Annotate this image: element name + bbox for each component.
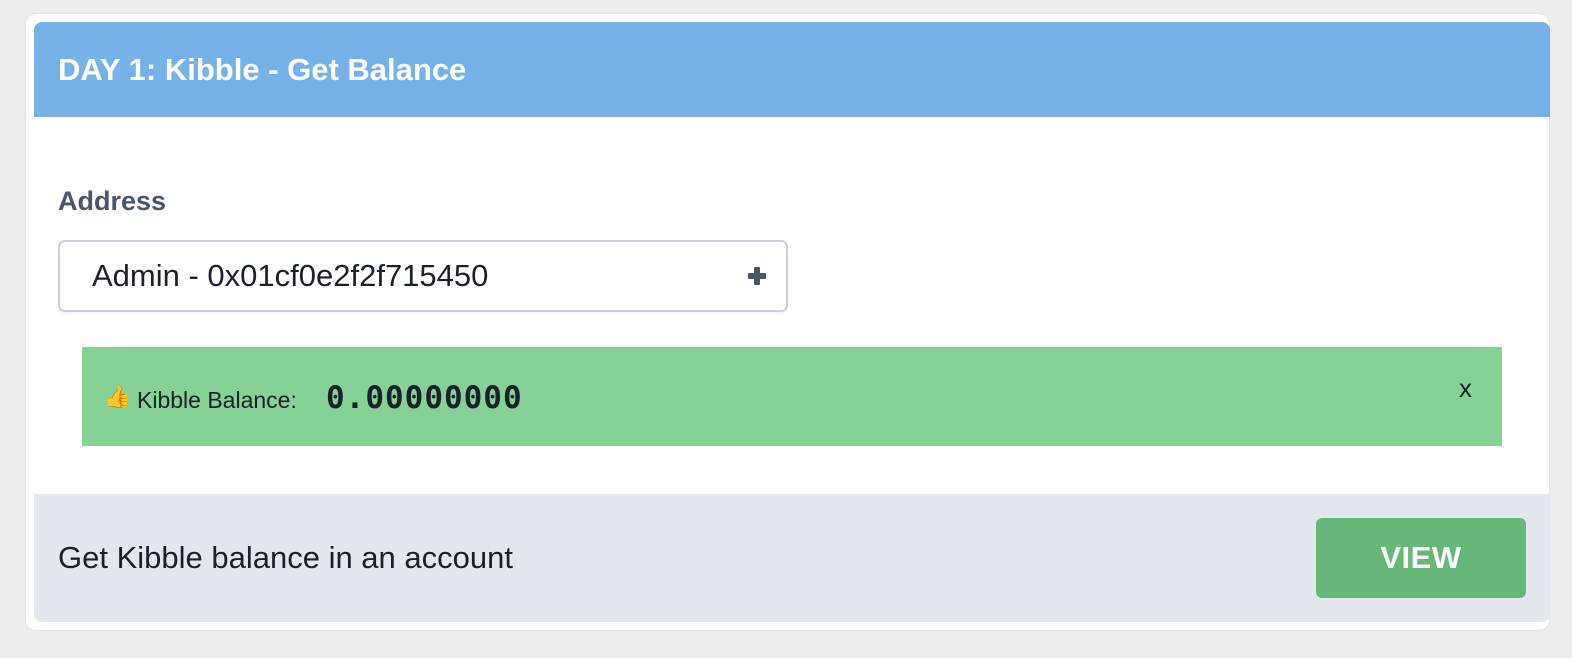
view-button[interactable]: VIEW — [1316, 518, 1526, 598]
close-icon[interactable]: x — [1459, 373, 1472, 403]
thumbs-up-icon: 👍 — [104, 384, 132, 409]
address-select-value: Admin - 0x01cf0e2f2f715450 — [92, 258, 489, 293]
card-title: DAY 1: Kibble - Get Balance — [58, 52, 467, 87]
card-footer: Get Kibble balance in an account VIEW — [34, 494, 1550, 622]
address-select[interactable]: Admin - 0x01cf0e2f2f715450 — [58, 240, 788, 312]
card-header: DAY 1: Kibble - Get Balance — [34, 22, 1550, 117]
balance-value: 0.00000000 — [326, 380, 523, 416]
address-label: Address — [58, 186, 167, 216]
plus-icon[interactable] — [748, 267, 766, 285]
balance-alert: 👍 Kibble Balance: 0.00000000 x — [82, 347, 1502, 446]
task-card: DAY 1: Kibble - Get Balance Address Admi… — [26, 14, 1550, 630]
footer-description: Get Kibble balance in an account — [58, 540, 513, 575]
balance-label: Kibble Balance: — [137, 387, 297, 413]
